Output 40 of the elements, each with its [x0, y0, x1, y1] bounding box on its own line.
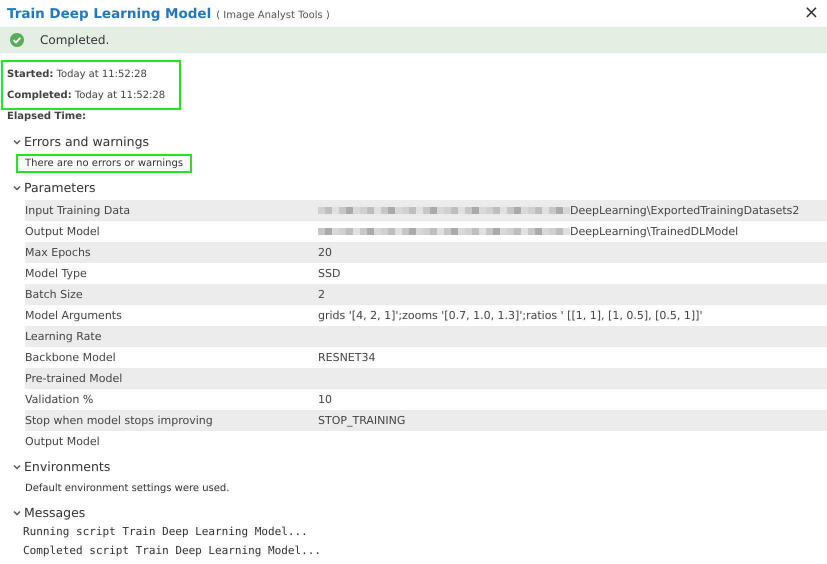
status-text: Completed. [40, 33, 110, 47]
parameter-name: Output Model [25, 225, 101, 238]
tool-title[interactable]: Train Deep Learning Model [7, 6, 212, 22]
timing-text: Started: Today at 11:52:28 [7, 68, 148, 82]
parameter-name: Pre-trained Model [25, 372, 124, 385]
parameter-value: 2 [318, 288, 325, 301]
tool-subtitle: ( Image Analyst Tools ) [216, 10, 330, 21]
message-line: Running script Train Deep Learning Model... [23, 524, 309, 540]
parameter-name: Stop when model stops improving [25, 414, 214, 427]
parameter-name: Model Type [25, 267, 88, 280]
chevron-icon[interactable] [13, 510, 21, 516]
parameter-value: SSD [318, 267, 340, 280]
message-line: Completed script Train Deep Learning Model... [23, 543, 322, 559]
section-heading[interactable]: Parameters [24, 180, 96, 195]
parameter-name: Backbone Model [25, 351, 117, 364]
section-heading[interactable]: Environments [24, 459, 110, 474]
parameter-value: DeepLearning\ExportedTrainingDatasets2 [570, 204, 800, 217]
close-button[interactable]: × [802, 6, 821, 20]
parameter-value: DeepLearning\TrainedDLModel [570, 225, 738, 238]
parameter-name: Output Model [25, 435, 101, 448]
parameter-name: Batch Size [25, 288, 84, 301]
environments-message: Default environment settings were used. [24, 482, 230, 496]
parameter-name: Max Epochs [25, 246, 92, 259]
parameter-value: 20 [318, 246, 332, 259]
errors-message: There are no errors or warnings [16, 154, 192, 173]
parameter-name: Model Arguments [25, 309, 123, 322]
parameter-value: RESNET34 [318, 351, 376, 364]
parameter-value: grids '[4, 2, 1]';zooms '[0.7, 1.0, 1.3]';ratios ' [[1, 1], [1, 0.5], [0.5, 1]]' [318, 309, 702, 322]
parameter-name: Learning Rate [25, 330, 102, 343]
chevron-icon[interactable] [13, 184, 21, 190]
parameter-value: 10 [318, 393, 332, 406]
chevron-icon[interactable] [13, 464, 21, 470]
parameter-name: Input Training Data [25, 204, 132, 217]
section-heading[interactable]: Errors and warnings [24, 134, 150, 149]
parameter-value: STOP_TRAINING [318, 414, 406, 427]
parameter-name: Validation % [25, 393, 94, 406]
elapsed-label: Elapsed Time: [6, 110, 87, 124]
timing-text: Completed: Today at 11:52:28 [7, 89, 166, 103]
chevron-icon[interactable] [13, 138, 21, 144]
section-heading[interactable]: Messages [24, 505, 86, 520]
